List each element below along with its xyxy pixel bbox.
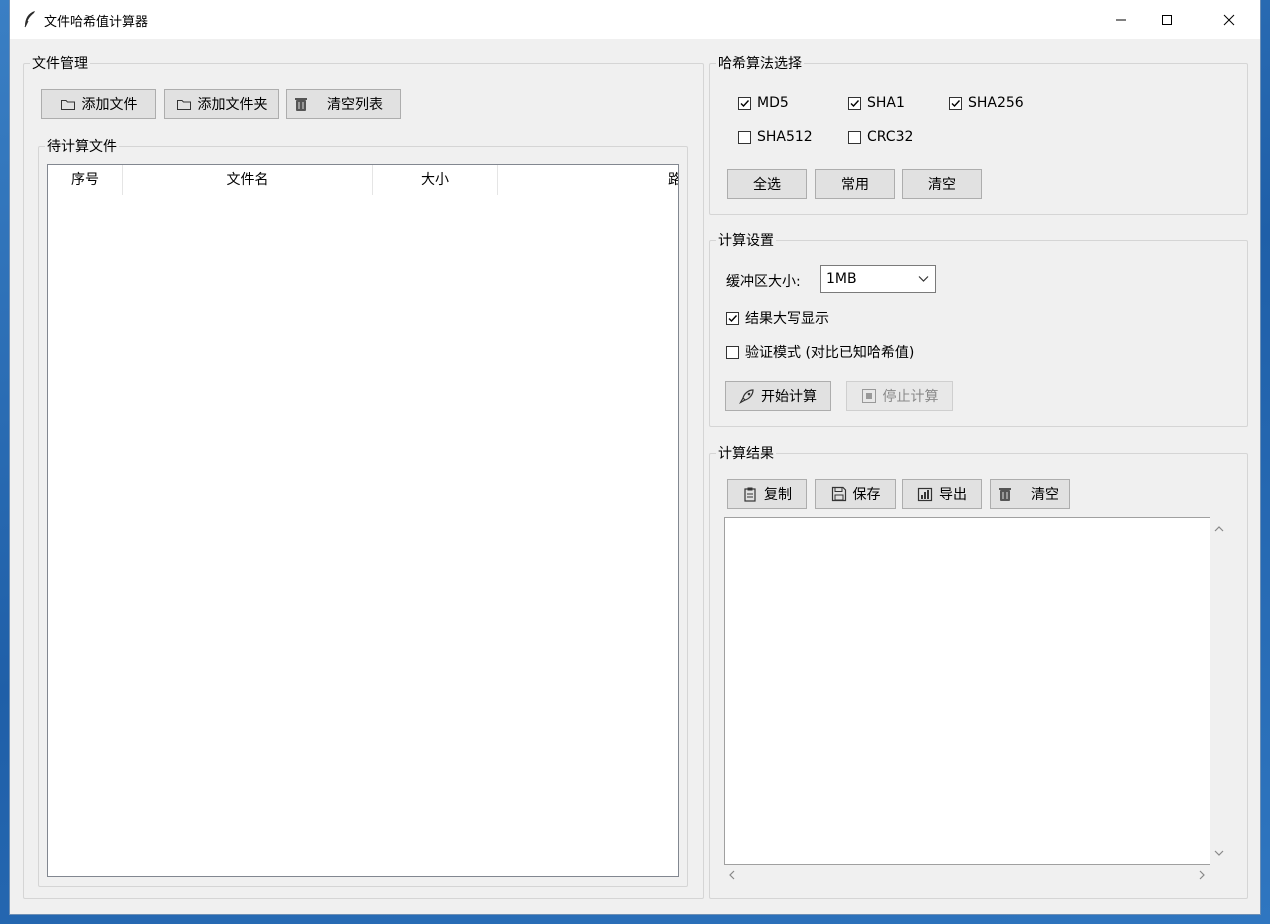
sha512-label: SHA512 (757, 129, 813, 145)
minimize-icon (1116, 19, 1126, 20)
file-list-table[interactable]: 序号 文件名 大小 路 (47, 164, 679, 877)
checkmark-icon (951, 99, 961, 107)
pending-files-legend: 待计算文件 (47, 139, 117, 155)
clear-results-label: 清空 (1031, 487, 1059, 503)
chevron-up-icon[interactable] (1214, 525, 1224, 533)
stop-icon (861, 389, 876, 403)
maximize-button[interactable] (1144, 0, 1190, 39)
export-label: 导出 (939, 487, 967, 503)
checkbox-box (726, 311, 739, 325)
export-button[interactable]: 导出 (902, 479, 982, 509)
checkbox-box (726, 345, 739, 359)
save-button[interactable]: 保存 (815, 479, 896, 509)
results-vertical-scrollbar[interactable] (1210, 517, 1227, 865)
column-header-filename[interactable]: 文件名 (123, 165, 373, 195)
sha256-label: SHA256 (968, 95, 1024, 111)
add-file-button[interactable]: 添加文件 (41, 89, 156, 119)
clear-list-label: 清空列表 (327, 97, 383, 113)
checkbox-box (949, 96, 962, 110)
chevron-down-icon (918, 276, 929, 282)
add-file-label: 添加文件 (81, 97, 138, 113)
results-legend: 计算结果 (718, 446, 774, 462)
checkmark-icon (740, 99, 750, 107)
column-header-index[interactable]: 序号 (48, 165, 123, 195)
checkbox-box (738, 130, 751, 144)
hash-algorithm-legend: 哈希算法选择 (718, 56, 802, 72)
minimize-button[interactable] (1098, 0, 1144, 39)
feather-icon (24, 11, 35, 28)
results-horizontal-scrollbar[interactable] (724, 865, 1210, 885)
file-management-legend: 文件管理 (32, 56, 88, 72)
common-button[interactable]: 常用 (815, 169, 895, 199)
column-header-path[interactable]: 路 (498, 165, 678, 195)
clear-algorithms-button[interactable]: 清空 (902, 169, 982, 199)
close-button[interactable] (1206, 0, 1252, 39)
title-bar: 文件哈希值计算器 (10, 0, 1260, 39)
crc32-checkbox[interactable]: CRC32 (848, 129, 913, 145)
trash-icon (295, 98, 307, 111)
rocket-icon (739, 389, 754, 404)
crc32-label: CRC32 (867, 129, 914, 145)
close-icon (1223, 14, 1235, 25)
verify-mode-label: 验证模式 (对比已知哈希值) (745, 345, 915, 361)
sha1-label: SHA1 (867, 95, 905, 111)
chevron-down-icon[interactable] (1214, 849, 1224, 857)
uppercase-checkbox[interactable]: 结果大写显示 (726, 308, 829, 328)
clear-list-button[interactable]: 清空列表 (286, 89, 401, 119)
clear-results-button[interactable]: 清空 (990, 479, 1070, 509)
settings-legend: 计算设置 (718, 233, 774, 249)
copy-button[interactable]: 复制 (727, 479, 807, 509)
start-calculation-button[interactable]: 开始计算 (725, 381, 831, 411)
bar-chart-icon (917, 487, 933, 502)
verify-mode-checkbox[interactable]: 验证模式 (对比已知哈希值) (726, 342, 914, 362)
select-all-button[interactable]: 全选 (727, 169, 807, 199)
maximize-icon (1162, 14, 1172, 25)
results-textarea[interactable] (724, 517, 1210, 865)
checkbox-box (738, 96, 751, 110)
trash-icon (999, 488, 1011, 501)
save-label: 保存 (852, 487, 881, 503)
buffer-size-value: 1MB (826, 271, 857, 287)
main-window: 文件哈希值计算器 文件管理 添加文件 添加文件夹 清空列表 待计算文件 序号 文… (10, 0, 1260, 914)
checkmark-icon (850, 99, 860, 107)
md5-checkbox[interactable]: MD5 (738, 95, 789, 111)
sha256-checkbox[interactable]: SHA256 (949, 95, 1024, 111)
clipboard-icon (744, 487, 756, 502)
stop-calculation-label: 停止计算 (882, 389, 939, 405)
folder-icon (60, 100, 75, 110)
sha1-checkbox[interactable]: SHA1 (848, 95, 905, 111)
add-folder-button[interactable]: 添加文件夹 (164, 89, 279, 119)
add-folder-label: 添加文件夹 (197, 97, 268, 113)
table-header: 序号 文件名 大小 路 (48, 165, 678, 195)
buffer-size-label: 缓冲区大小: (726, 274, 801, 290)
start-calculation-label: 开始计算 (761, 389, 817, 405)
chevron-right-icon[interactable] (1198, 870, 1206, 880)
chevron-left-icon[interactable] (728, 870, 736, 880)
floppy-disk-icon (831, 486, 846, 502)
checkmark-icon (728, 314, 738, 322)
folder-icon (176, 100, 191, 110)
uppercase-label: 结果大写显示 (745, 311, 829, 327)
sha512-checkbox[interactable]: SHA512 (738, 129, 813, 145)
column-header-size[interactable]: 大小 (373, 165, 498, 195)
checkbox-box (848, 130, 861, 144)
window-title: 文件哈希值计算器 (44, 15, 149, 30)
buffer-size-select[interactable]: 1MB (820, 265, 936, 293)
copy-label: 复制 (764, 487, 792, 503)
stop-calculation-button[interactable]: 停止计算 (846, 381, 953, 411)
md5-label: MD5 (757, 95, 789, 111)
checkbox-box (848, 96, 861, 110)
